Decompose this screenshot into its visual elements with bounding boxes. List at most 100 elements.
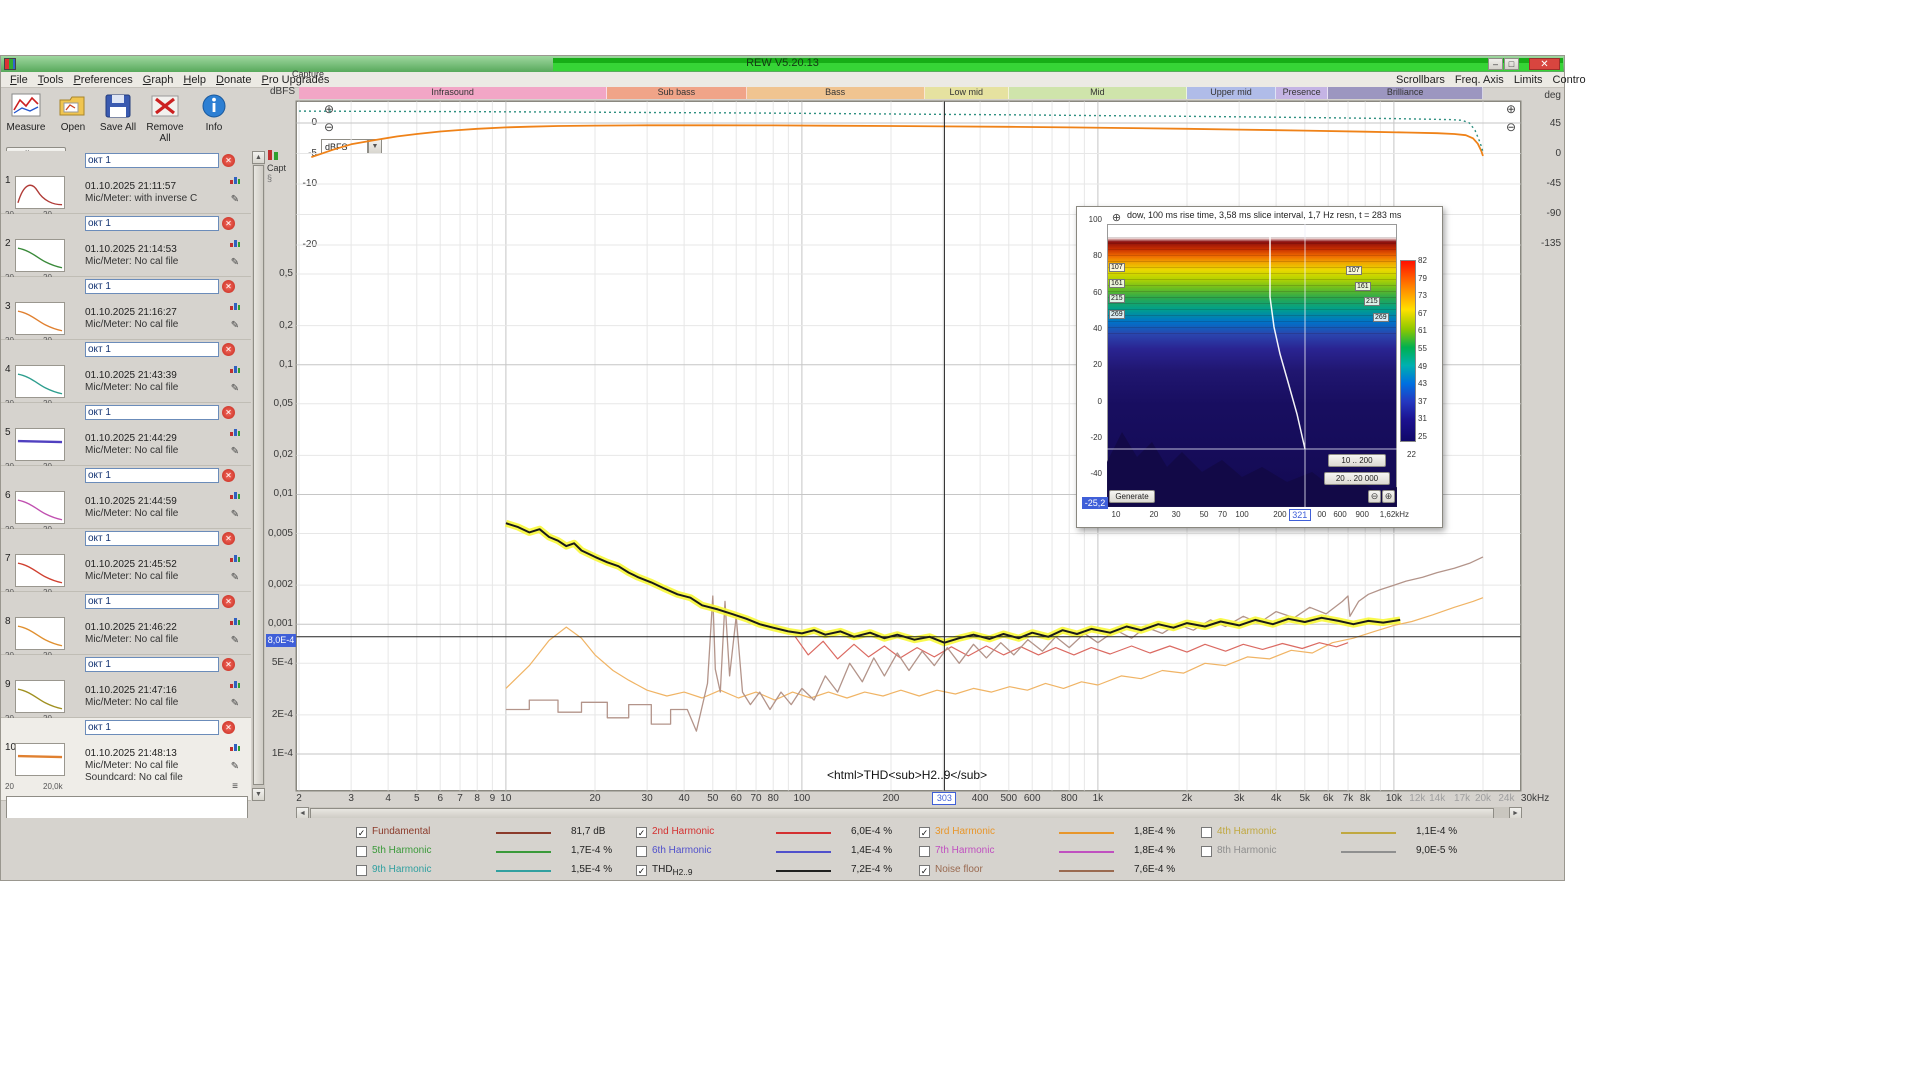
menu-help[interactable]: Help	[178, 74, 211, 86]
measurement-name-input[interactable]	[85, 153, 219, 168]
zoom-out-right-icon[interactable]: ⊖	[1504, 120, 1518, 134]
delete-measurement-icon[interactable]: ✕	[222, 343, 235, 356]
delete-measurement-icon[interactable]: ✕	[222, 217, 235, 230]
distortion-graph-icon[interactable]	[228, 677, 242, 690]
info-button[interactable]: Info	[191, 92, 237, 133]
legend-checkbox[interactable]: ✓	[356, 827, 367, 838]
menu-limits[interactable]: Limits	[1509, 74, 1548, 86]
legend-checkbox[interactable]	[919, 846, 930, 857]
spec-range-minus-icon[interactable]: ⊖	[1368, 490, 1381, 503]
delete-measurement-icon[interactable]: ✕	[222, 658, 235, 671]
distortion-graph-icon[interactable]	[228, 551, 242, 564]
distortion-graph-icon[interactable]	[228, 740, 242, 753]
minimize-button[interactable]: –	[1488, 58, 1503, 70]
distortion-graph-icon[interactable]	[228, 614, 242, 627]
edit-pencil-icon[interactable]: ✎	[228, 193, 242, 206]
legend-checkbox[interactable]: ✓	[919, 827, 930, 838]
remove-all-button[interactable]: Remove All	[142, 92, 188, 144]
distortion-graph-icon[interactable]	[228, 173, 242, 186]
measure-button[interactable]: Measure	[3, 92, 49, 133]
distortion-graph-icon[interactable]	[228, 425, 242, 438]
delete-measurement-icon[interactable]: ✕	[222, 532, 235, 545]
measurement-item-2[interactable]: ✕2202001.10.2025 21:14:53Mic/Meter: No c…	[1, 214, 251, 282]
spec-zoom-in-icon[interactable]: ⊕	[1110, 211, 1123, 224]
edit-pencil-icon[interactable]: ✎	[228, 508, 242, 521]
scrollbar-thumb[interactable]	[253, 165, 264, 785]
menu-contro[interactable]: Contro	[1548, 74, 1591, 86]
legend-checkbox[interactable]: ✓	[919, 865, 930, 876]
measurement-name-input[interactable]	[85, 468, 219, 483]
save-all-button[interactable]: Save All	[95, 92, 141, 133]
measurement-thumbnail	[15, 554, 65, 587]
spec-range-plus-icon[interactable]: ⊕	[1382, 490, 1395, 503]
measurement-item-10[interactable]: ✕102020,0k01.10.2025 21:48:13Mic/Meter: …	[1, 718, 251, 801]
legend-checkbox[interactable]	[356, 865, 367, 876]
legend-checkbox[interactable]	[1201, 827, 1212, 838]
measurement-item-8[interactable]: ✕8202001.10.2025 21:46:22Mic/Meter: No c…	[1, 592, 251, 660]
measurement-name-input[interactable]	[85, 594, 219, 609]
menu-tools[interactable]: Tools	[33, 74, 69, 86]
range-20-20000-button[interactable]: 20 .. 20 000	[1324, 472, 1390, 485]
maximize-button[interactable]: □	[1504, 58, 1519, 70]
edit-pencil-icon[interactable]: ✎	[228, 256, 242, 269]
measurement-item-4[interactable]: ✕4202001.10.2025 21:43:39Mic/Meter: No c…	[1, 340, 251, 408]
legend-checkbox[interactable]: ✓	[636, 865, 647, 876]
edit-pencil-icon[interactable]: ✎	[228, 445, 242, 458]
menu-file[interactable]: File	[5, 74, 33, 86]
measurement-item-5[interactable]: ✕5202001.10.2025 21:44:29Mic/Meter: No c…	[1, 403, 251, 471]
legend-checkbox[interactable]	[636, 846, 647, 857]
edit-pencil-icon[interactable]: ✎	[228, 634, 242, 647]
distortion-graph-icon[interactable]	[228, 362, 242, 375]
delete-measurement-icon[interactable]: ✕	[222, 406, 235, 419]
dropdown-arrow-icon[interactable]: ▼	[368, 139, 382, 154]
legend-checkbox[interactable]: ✓	[636, 827, 647, 838]
measurement-name-input[interactable]	[85, 531, 219, 546]
menu-scrollbars[interactable]: Scrollbars	[1391, 74, 1450, 86]
close-button[interactable]: ✕	[1529, 58, 1560, 70]
delete-measurement-icon[interactable]: ✕	[222, 595, 235, 608]
legend-checkbox[interactable]	[1201, 846, 1212, 857]
generate-button[interactable]: Generate	[1109, 490, 1155, 503]
measurement-item-3[interactable]: ✕3202001.10.2025 21:16:27Mic/Meter: No c…	[1, 277, 251, 345]
edit-pencil-icon[interactable]: ✎	[228, 319, 242, 332]
menu-preferences[interactable]: Preferences	[68, 74, 137, 86]
measurement-list-scrollbar[interactable]: ▲ ▼	[252, 151, 265, 801]
measurement-name-input[interactable]	[85, 342, 219, 357]
edit-pencil-icon[interactable]: ✎	[228, 382, 242, 395]
open-button[interactable]: Open	[50, 92, 96, 133]
measurement-name-input[interactable]	[85, 720, 219, 735]
measurement-name-input[interactable]	[85, 279, 219, 294]
range-10-200-button[interactable]: 10 .. 200	[1328, 454, 1386, 467]
scroll-down-icon[interactable]: ▼	[252, 788, 265, 801]
legend-checkbox[interactable]	[356, 846, 367, 857]
measurement-name-input[interactable]	[85, 405, 219, 420]
scroll-up-icon[interactable]: ▲	[252, 151, 265, 164]
distortion-graph-icon[interactable]	[228, 236, 242, 249]
menu-donate[interactable]: Donate	[211, 74, 256, 86]
notes-icon[interactable]: ≡	[228, 780, 242, 793]
measurement-name-input[interactable]	[85, 216, 219, 231]
edit-pencil-icon[interactable]: ✎	[228, 697, 242, 710]
delete-measurement-icon[interactable]: ✕	[222, 280, 235, 293]
menu-graph[interactable]: Graph	[138, 74, 179, 86]
measurement-item-9[interactable]: ✕9202001.10.2025 21:47:16Mic/Meter: No c…	[1, 655, 251, 723]
edit-pencil-icon[interactable]: ✎	[228, 571, 242, 584]
edit-pencil-icon[interactable]: ✎	[228, 760, 242, 773]
y-axis-unit-select[interactable]: dBFS	[321, 139, 368, 154]
spectrogram-window[interactable]: dow, 100 ms rise time, 3,58 ms slice int…	[1076, 206, 1443, 528]
measurement-thumbnail	[15, 302, 65, 335]
measurement-item-1[interactable]: ✕1202001.10.2025 21:11:57Mic/Meter: with…	[1, 151, 251, 219]
measurement-item-6[interactable]: ✕6202001.10.2025 21:44:59Mic/Meter: No c…	[1, 466, 251, 534]
zoom-in-left-icon[interactable]: ⊕	[322, 102, 336, 116]
distortion-graph-icon[interactable]	[228, 299, 242, 312]
title-bar[interactable]: REW V5.20.13 – □ ✕	[1, 56, 1564, 72]
distortion-graph-icon[interactable]	[228, 488, 242, 501]
delete-measurement-icon[interactable]: ✕	[222, 469, 235, 482]
measurement-item-7[interactable]: ✕7202001.10.2025 21:45:52Mic/Meter: No c…	[1, 529, 251, 597]
zoom-in-right-icon[interactable]: ⊕	[1504, 102, 1518, 116]
measurement-name-input[interactable]	[85, 657, 219, 672]
zoom-out-left-icon[interactable]: ⊖	[322, 120, 336, 134]
delete-measurement-icon[interactable]: ✕	[222, 721, 235, 734]
menu-freq-axis[interactable]: Freq. Axis	[1450, 74, 1509, 86]
delete-measurement-icon[interactable]: ✕	[222, 154, 235, 167]
